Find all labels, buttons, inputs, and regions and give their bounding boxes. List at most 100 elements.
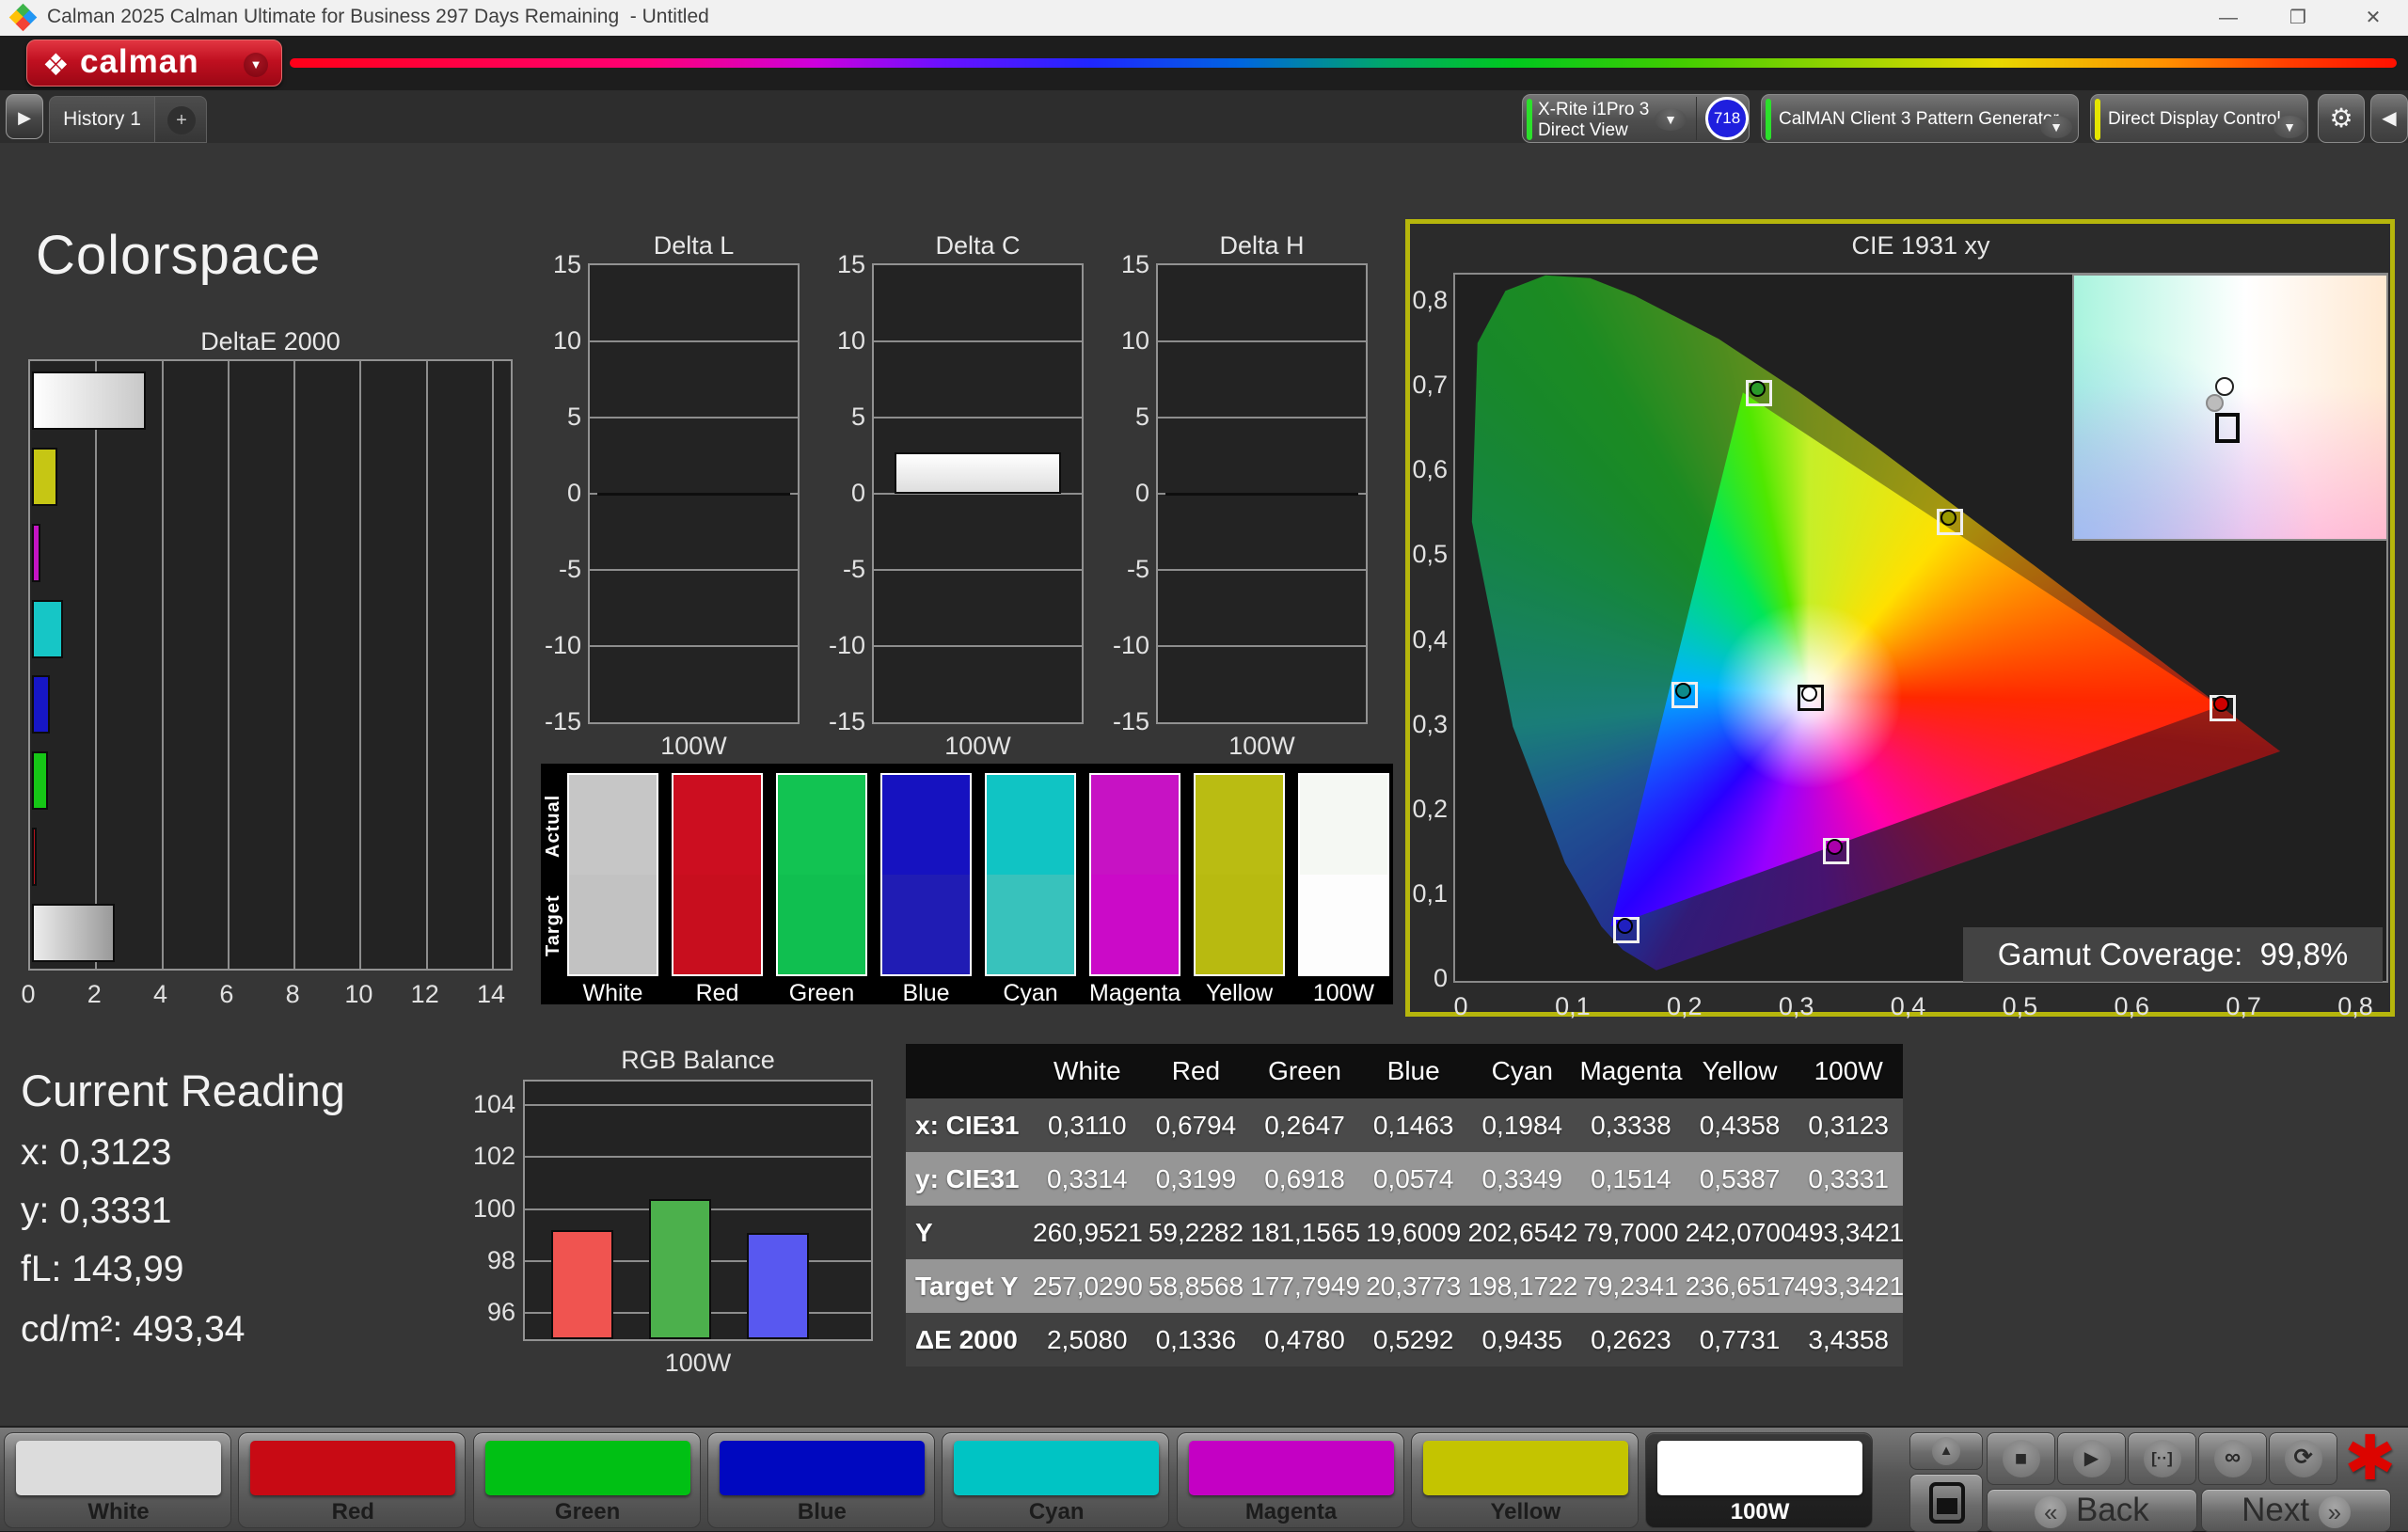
pattern-swatch-Blue [720,1441,925,1495]
cie-xtick: 0,8 [2327,992,2384,1021]
delta_l-ytick: 10 [527,326,581,355]
close-button[interactable]: ✕ [2342,0,2404,36]
deltae2000-bar-Magenta [32,524,40,582]
chevron-down-icon: ▼ [1655,108,1687,131]
row-label: ΔE 2000 [906,1313,1033,1366]
session-asterisk-icon: ✱ [2344,1422,2396,1494]
play-button[interactable]: ▶ [2057,1432,2126,1485]
collapse-panel-button[interactable]: ◀ [2370,94,2408,143]
table-value: 493,3421 [1794,1259,1903,1313]
table-value: 0,3331 [1794,1152,1903,1206]
cie-1931-panel: CIE 1931 xy 00,10,20,30,40,50,60,70,8 00… [1405,219,2395,1017]
cie-ytick: 0,1 [1410,879,1448,908]
swatch-White [567,773,658,976]
gridline [426,361,428,969]
pattern-button-Cyan[interactable]: Cyan [942,1432,1169,1528]
deltae2000-chart: DeltaE 200002468101214 [17,327,530,997]
table-value: 0,7731 [1686,1313,1795,1366]
gamut-coverage-value: 99,8% [2260,937,2349,971]
cie-ytick: 0,4 [1410,625,1448,655]
table-value: 202,6542 [1468,1206,1577,1259]
red-measurement-marker [2213,696,2229,712]
stop-button[interactable]: ■ [1987,1432,2055,1485]
column-header-100W: 100W [1794,1044,1903,1098]
infinity-icon: ∞ [2214,1440,2252,1477]
meter-dropdown[interactable]: X-Rite i1Pro 3 Direct View ▼ 718 [1522,94,1750,143]
pattern-button-Blue[interactable]: Blue [707,1432,935,1528]
pattern-button-label: Red [239,1499,467,1525]
window-title: Calman 2025 Calman Ultimate for Business… [47,6,709,28]
delta-l-chart: Delta L151050-5-10-15100W [527,231,809,767]
add-tab-button[interactable]: + [154,96,207,143]
white-point-zoom-inset [2072,274,2388,541]
deltae2000-xtick: 6 [208,980,246,1009]
rgb-ytick: 98 [461,1246,515,1275]
swatch-actual [987,775,1074,875]
delta-c-chart: Delta C151050-5-10-15100W [811,231,1093,767]
delta_h-ytick: 0 [1095,479,1149,508]
table-row-ΔE 2000: ΔE 20002,50800,13360,47800,52920,94350,2… [906,1313,1903,1366]
rgb-bar-Red [551,1230,613,1339]
table-value: 181,1565 [1250,1206,1359,1259]
pattern-generator-dropdown[interactable]: CalMAN Client 3 Pattern Generator ▼ [1761,94,2079,143]
display-control-dropdown[interactable]: Direct Display Control ▼ [2090,94,2308,143]
cie-xtick: 0,4 [1880,992,1937,1021]
pattern-button-100W[interactable]: 100W [1645,1432,1873,1528]
delta_c-ytick: 5 [811,403,865,432]
pattern-button-Green[interactable]: Green [473,1432,701,1528]
swatch-target [987,875,1074,974]
table-row-x: CIE31: x: CIE310,31100,67940,26470,14630,19840,… [906,1098,1903,1152]
tab-bar: ▶ History 1 + X-Rite i1Pro 3 Direct View… [0,90,2408,143]
calman-menu-button[interactable]: ❖ calman ▼ [26,39,282,87]
back-button[interactable]: « Back [1987,1489,2197,1532]
swatch-actual [778,775,865,875]
pattern-window-up-button[interactable]: ▲ [1909,1432,1983,1470]
calman-wordmark: calman [80,43,199,81]
cie-ytick: 0,8 [1410,286,1448,315]
deltae2000-bar-Red [32,828,37,886]
pattern-button-Magenta[interactable]: Magenta [1177,1432,1404,1528]
pattern-button-label: 100W [1646,1499,1874,1525]
continuous-measure-button[interactable]: ∞ [2198,1432,2267,1485]
delta_h-ytick: 10 [1095,326,1149,355]
pattern-swatch-White [16,1441,221,1495]
chevron-down-icon: ▼ [2040,116,2072,138]
plus-icon: + [167,106,196,134]
gridline [874,645,1082,647]
pattern-button-Yellow[interactable]: Yellow [1411,1432,1639,1528]
swatch-Yellow [1194,773,1285,976]
restore-button[interactable]: ❐ [2267,0,2329,36]
rgb-xlabel: 100W [523,1349,873,1378]
table-value: 0,6918 [1250,1152,1359,1206]
white-measurement-marker [2215,377,2234,396]
layout-nav-arrow-button[interactable]: ▶ [6,94,43,139]
minimize-button[interactable]: — [2197,0,2259,36]
gamut-coverage-readout: Gamut Coverage: 99,8% [1963,927,2383,982]
table-value: 79,2341 [1576,1259,1686,1313]
next-label: Next [2242,1492,2309,1528]
refresh-button[interactable]: ⟳ [2269,1432,2337,1485]
pattern-button-Red[interactable]: Red [238,1432,466,1528]
chevron-down-icon: ▼ [2273,116,2305,138]
swatch-100W [1298,773,1389,976]
row-label: y: CIE31 [906,1152,1033,1206]
pattern-window-mode-button[interactable] [1909,1474,1983,1532]
tab-history-1[interactable]: History 1 [49,96,154,143]
table-value: 0,1463 [1359,1098,1468,1152]
meter-count-badge: 718 [1705,97,1749,140]
rgb-balance-title: RGB Balance [523,1046,873,1075]
main-content: Colorspace DeltaE 200002468101214 Delta … [0,143,2408,1426]
pattern-button-White[interactable]: White [4,1432,231,1528]
play-icon: ▶ [2073,1440,2111,1477]
next-button[interactable]: Next » [2201,1489,2391,1532]
chevron-left-icon: ◀ [2382,108,2396,129]
cie-xtick: 0,7 [2215,992,2272,1021]
measure-range-button[interactable]: [··] [2128,1432,2196,1485]
table-value: 0,3123 [1794,1098,1903,1152]
swatch-actual [569,775,657,875]
settings-button[interactable]: ⚙ [2318,94,2365,143]
gridline [525,1156,871,1158]
delta_l-title: Delta L [588,231,800,261]
gear-icon: ⚙ [2329,103,2353,133]
column-header-Yellow: Yellow [1686,1044,1795,1098]
